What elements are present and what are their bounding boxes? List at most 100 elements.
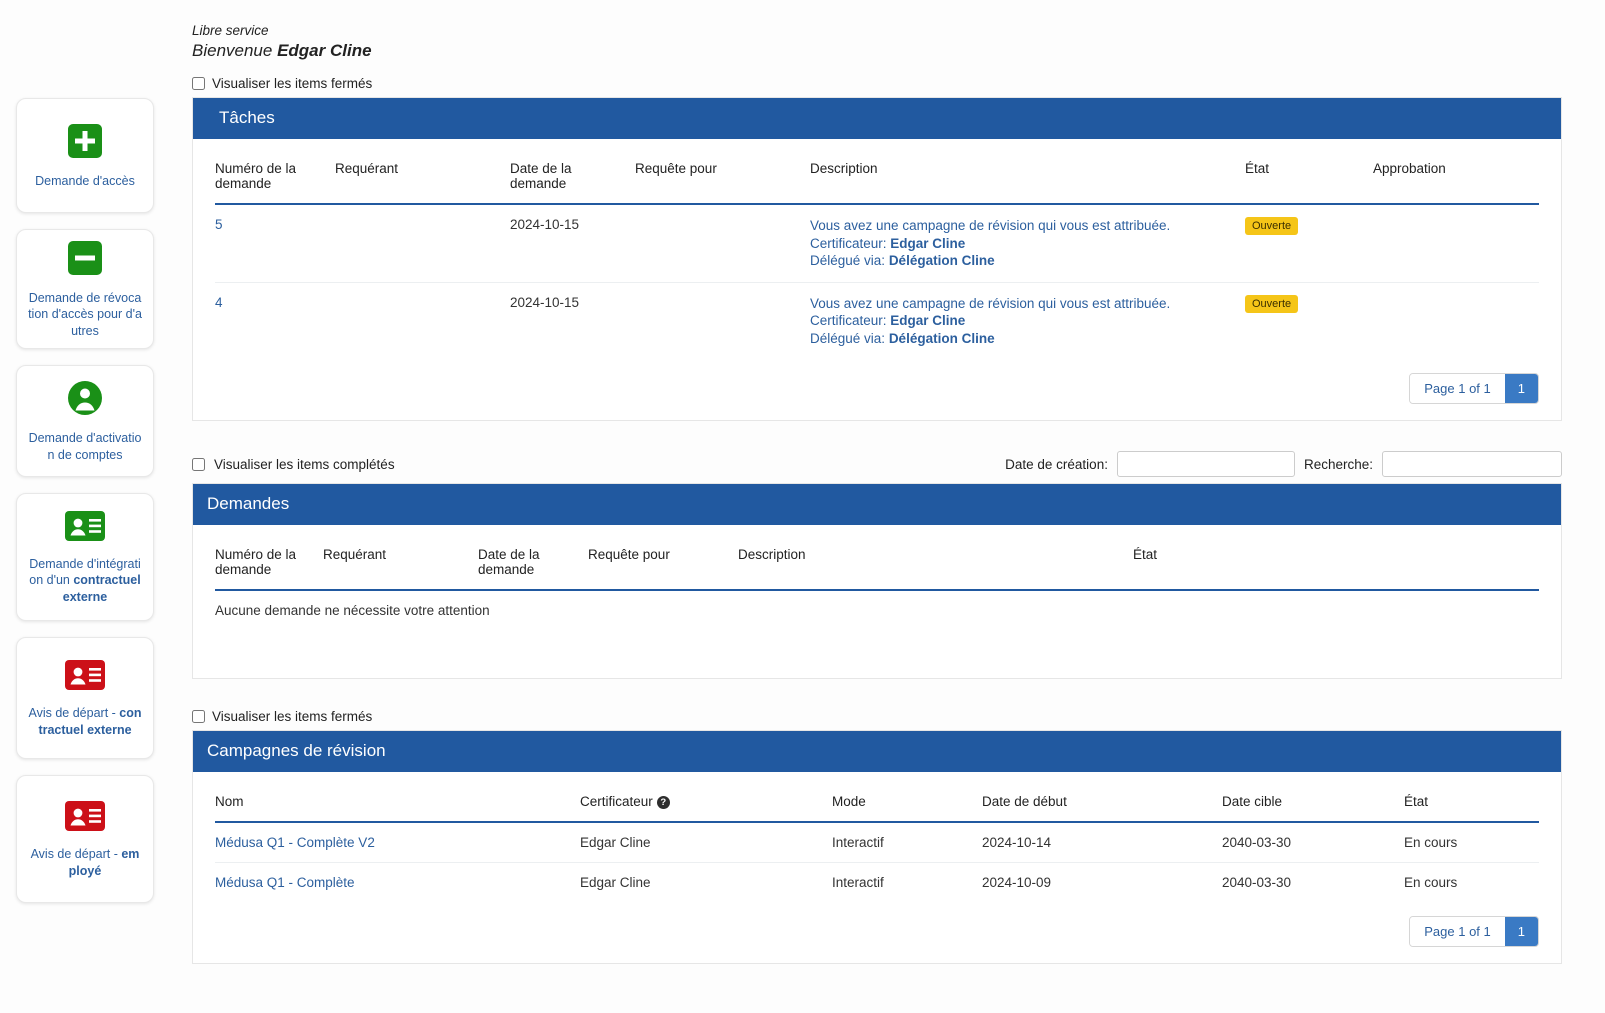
id-card-icon — [65, 660, 105, 695]
task-id-link[interactable]: 5 — [215, 217, 223, 232]
cell-date: 2024-10-15 — [510, 204, 635, 283]
pagination-current-page[interactable]: 1 — [1504, 917, 1538, 947]
search-input[interactable] — [1382, 451, 1562, 478]
date-filter-input[interactable] — [1116, 451, 1295, 478]
sidebar-tile-integration-contractuel[interactable]: Demande d'intégration d'un contractuel e… — [16, 493, 154, 621]
sidebar-tile-label: Demande de révocation d'accès pour d'aut… — [28, 291, 142, 338]
cell-description: Vous avez une campagne de révision qui v… — [810, 204, 1245, 283]
tasks-show-closed-label[interactable]: Visualiser les items fermés — [212, 76, 372, 91]
tasks-show-closed-checkbox[interactable] — [192, 77, 205, 90]
cell-nom: Médusa Q1 - Complète V2 — [215, 822, 580, 864]
col-etat[interactable]: État — [1404, 772, 1539, 824]
col-approbation[interactable]: Approbation — [1373, 139, 1539, 205]
pagination-label[interactable]: Page 1 of 1 — [1410, 374, 1505, 404]
sidebar-tile-demande-acces[interactable]: Demande d'accès — [16, 98, 154, 213]
cell-mode: Interactif — [832, 875, 884, 891]
welcome-block: Libre service Bienvenue Edgar Cline — [192, 0, 1562, 62]
requests-show-completed-label[interactable]: Visualiser les items complétés — [214, 457, 395, 472]
status-badge: Ouverte — [1245, 217, 1299, 235]
campaigns-header-row: Nom Certificateur? Mode Date de début Da… — [215, 772, 1539, 824]
col-requete-pour[interactable]: Requête pour — [635, 139, 810, 205]
campaign-name-link[interactable]: Médusa Q1 - Complète — [215, 875, 355, 890]
campaigns-show-closed-label[interactable]: Visualiser les items fermés — [212, 709, 372, 724]
desc-main: Vous avez une campagne de révision qui v… — [810, 218, 1171, 233]
pagination-label[interactable]: Page 1 of 1 — [1410, 917, 1505, 947]
campaigns-pagination: Page 1 of 1 1 — [215, 902, 1539, 963]
table-row: Médusa Q1 - Complète V2 Edgar Cline Inte… — [215, 822, 1539, 864]
campaigns-show-closed-row: Visualiser les items fermés — [192, 709, 1562, 724]
tasks-panel-title: Tâches — [193, 98, 1561, 139]
tasks-table: Numéro de la demande Requérant Date de l… — [215, 139, 1539, 359]
quick-actions-sidebar: Demande d'accès Demande de révocation d'… — [16, 98, 154, 903]
requests-panel: Demandes Numéro de la demande Requérant … — [192, 483, 1562, 680]
person-circle-icon — [68, 381, 102, 420]
col-date[interactable]: Date de la demande — [478, 525, 588, 592]
help-icon[interactable]: ? — [656, 796, 670, 810]
cell-date-cible: 2040-03-30 — [1222, 822, 1404, 864]
col-description[interactable]: Description — [810, 139, 1245, 205]
cell-requerant — [335, 204, 510, 283]
col-date-debut[interactable]: Date de début — [982, 772, 1222, 824]
date-filter-label: Date de création: — [1005, 456, 1108, 472]
col-description[interactable]: Description — [738, 525, 1133, 592]
col-etat[interactable]: État — [1245, 139, 1373, 205]
cell-etat: Ouverte — [1245, 204, 1373, 283]
cell-numero: 5 — [215, 204, 335, 283]
cell-date-debut: 2024-10-09 — [982, 875, 1052, 891]
sidebar-tile-depart-contractuel[interactable]: Avis de départ - contractuel externe — [16, 637, 154, 759]
cell-description: Vous avez une campagne de révision qui v… — [810, 282, 1245, 359]
status-badge: Ouverte — [1245, 294, 1299, 313]
cell-etat: En cours — [1404, 822, 1539, 864]
sidebar-tile-depart-employe[interactable]: Avis de départ - employé — [16, 775, 154, 903]
requests-empty-message: Aucune demande ne nécessite votre attent… — [215, 603, 490, 619]
requests-show-completed-checkbox[interactable] — [192, 457, 205, 471]
col-requerant[interactable]: Requérant — [323, 525, 478, 592]
cell-etat: En cours — [1404, 875, 1458, 891]
cell-requete-pour — [635, 282, 810, 359]
pagination-current-page[interactable]: 1 — [1504, 374, 1538, 404]
minus-square-icon — [68, 241, 102, 280]
col-mode[interactable]: Mode — [832, 772, 982, 824]
col-etat[interactable]: État — [1133, 525, 1539, 592]
campaign-name-link[interactable]: Médusa Q1 - Complète V2 — [215, 835, 375, 850]
table-row: 5 2024-10-15 Vous avez une campagne de r… — [215, 204, 1539, 283]
app-subtitle: Libre service — [192, 23, 269, 38]
table-row: Médusa Q1 - Complète Edgar Cline Interac… — [215, 863, 1539, 903]
col-certificateur[interactable]: Certificateur? — [580, 772, 832, 824]
col-date-cible[interactable]: Date cible — [1222, 772, 1404, 824]
cell-mode: Interactif — [832, 822, 982, 864]
col-nom[interactable]: Nom — [215, 772, 580, 824]
tasks-show-closed-row: Visualiser les items fermés — [192, 76, 1562, 91]
main-content: Libre service Bienvenue Edgar Cline Visu… — [192, 0, 1562, 965]
search-label: Recherche: — [1303, 456, 1373, 472]
col-requete-pour[interactable]: Requête pour — [588, 525, 738, 592]
id-card-icon — [65, 801, 105, 836]
table-row: 4 2024-10-15 Vous avez une campagne de r… — [215, 282, 1539, 359]
cell-date-cible: 2040-03-30 — [1222, 875, 1292, 891]
cell-approbation — [1373, 204, 1539, 283]
sidebar-tile-label: Avis de départ - employé — [30, 847, 140, 878]
requests-table: Numéro de la demande Requérant Date de l… — [215, 525, 1539, 592]
desc-certificateur: Certificateur: Edgar Cline — [810, 235, 966, 251]
cell-date: 2024-10-15 — [510, 294, 580, 310]
campaigns-show-closed-checkbox[interactable] — [192, 710, 205, 724]
col-numero[interactable]: Numéro de la demande — [215, 525, 323, 592]
user-name: Edgar Cline — [277, 41, 372, 60]
col-numero[interactable]: Numéro de la demande — [215, 139, 335, 205]
requests-header-row: Numéro de la demande Requérant Date de l… — [215, 525, 1539, 592]
sidebar-tile-label: Demande d'activation de comptes — [28, 431, 142, 462]
tasks-header-row: Numéro de la demande Requérant Date de l… — [215, 139, 1539, 205]
desc-certificateur: Certificateur: Edgar Cline — [810, 313, 966, 329]
cell-etat: Ouverte — [1245, 282, 1373, 359]
sidebar-tile-label: Demande d'intégration d'un contractuel e… — [29, 557, 141, 604]
col-date[interactable]: Date de la demande — [510, 139, 635, 205]
cell-numero: 4 — [215, 282, 335, 359]
sidebar-tile-demande-revocation[interactable]: Demande de révocation d'accès pour d'aut… — [16, 229, 154, 349]
id-card-icon — [65, 511, 105, 546]
plus-square-icon — [68, 123, 102, 163]
task-id-link[interactable]: 4 — [215, 295, 223, 310]
sidebar-tile-activation-comptes[interactable]: Demande d'activation de comptes — [16, 365, 154, 477]
cell-certificateur: Edgar Cline — [580, 822, 832, 864]
col-requerant[interactable]: Requérant — [335, 139, 510, 205]
desc-main: Vous avez une campagne de révision qui v… — [810, 295, 1171, 311]
